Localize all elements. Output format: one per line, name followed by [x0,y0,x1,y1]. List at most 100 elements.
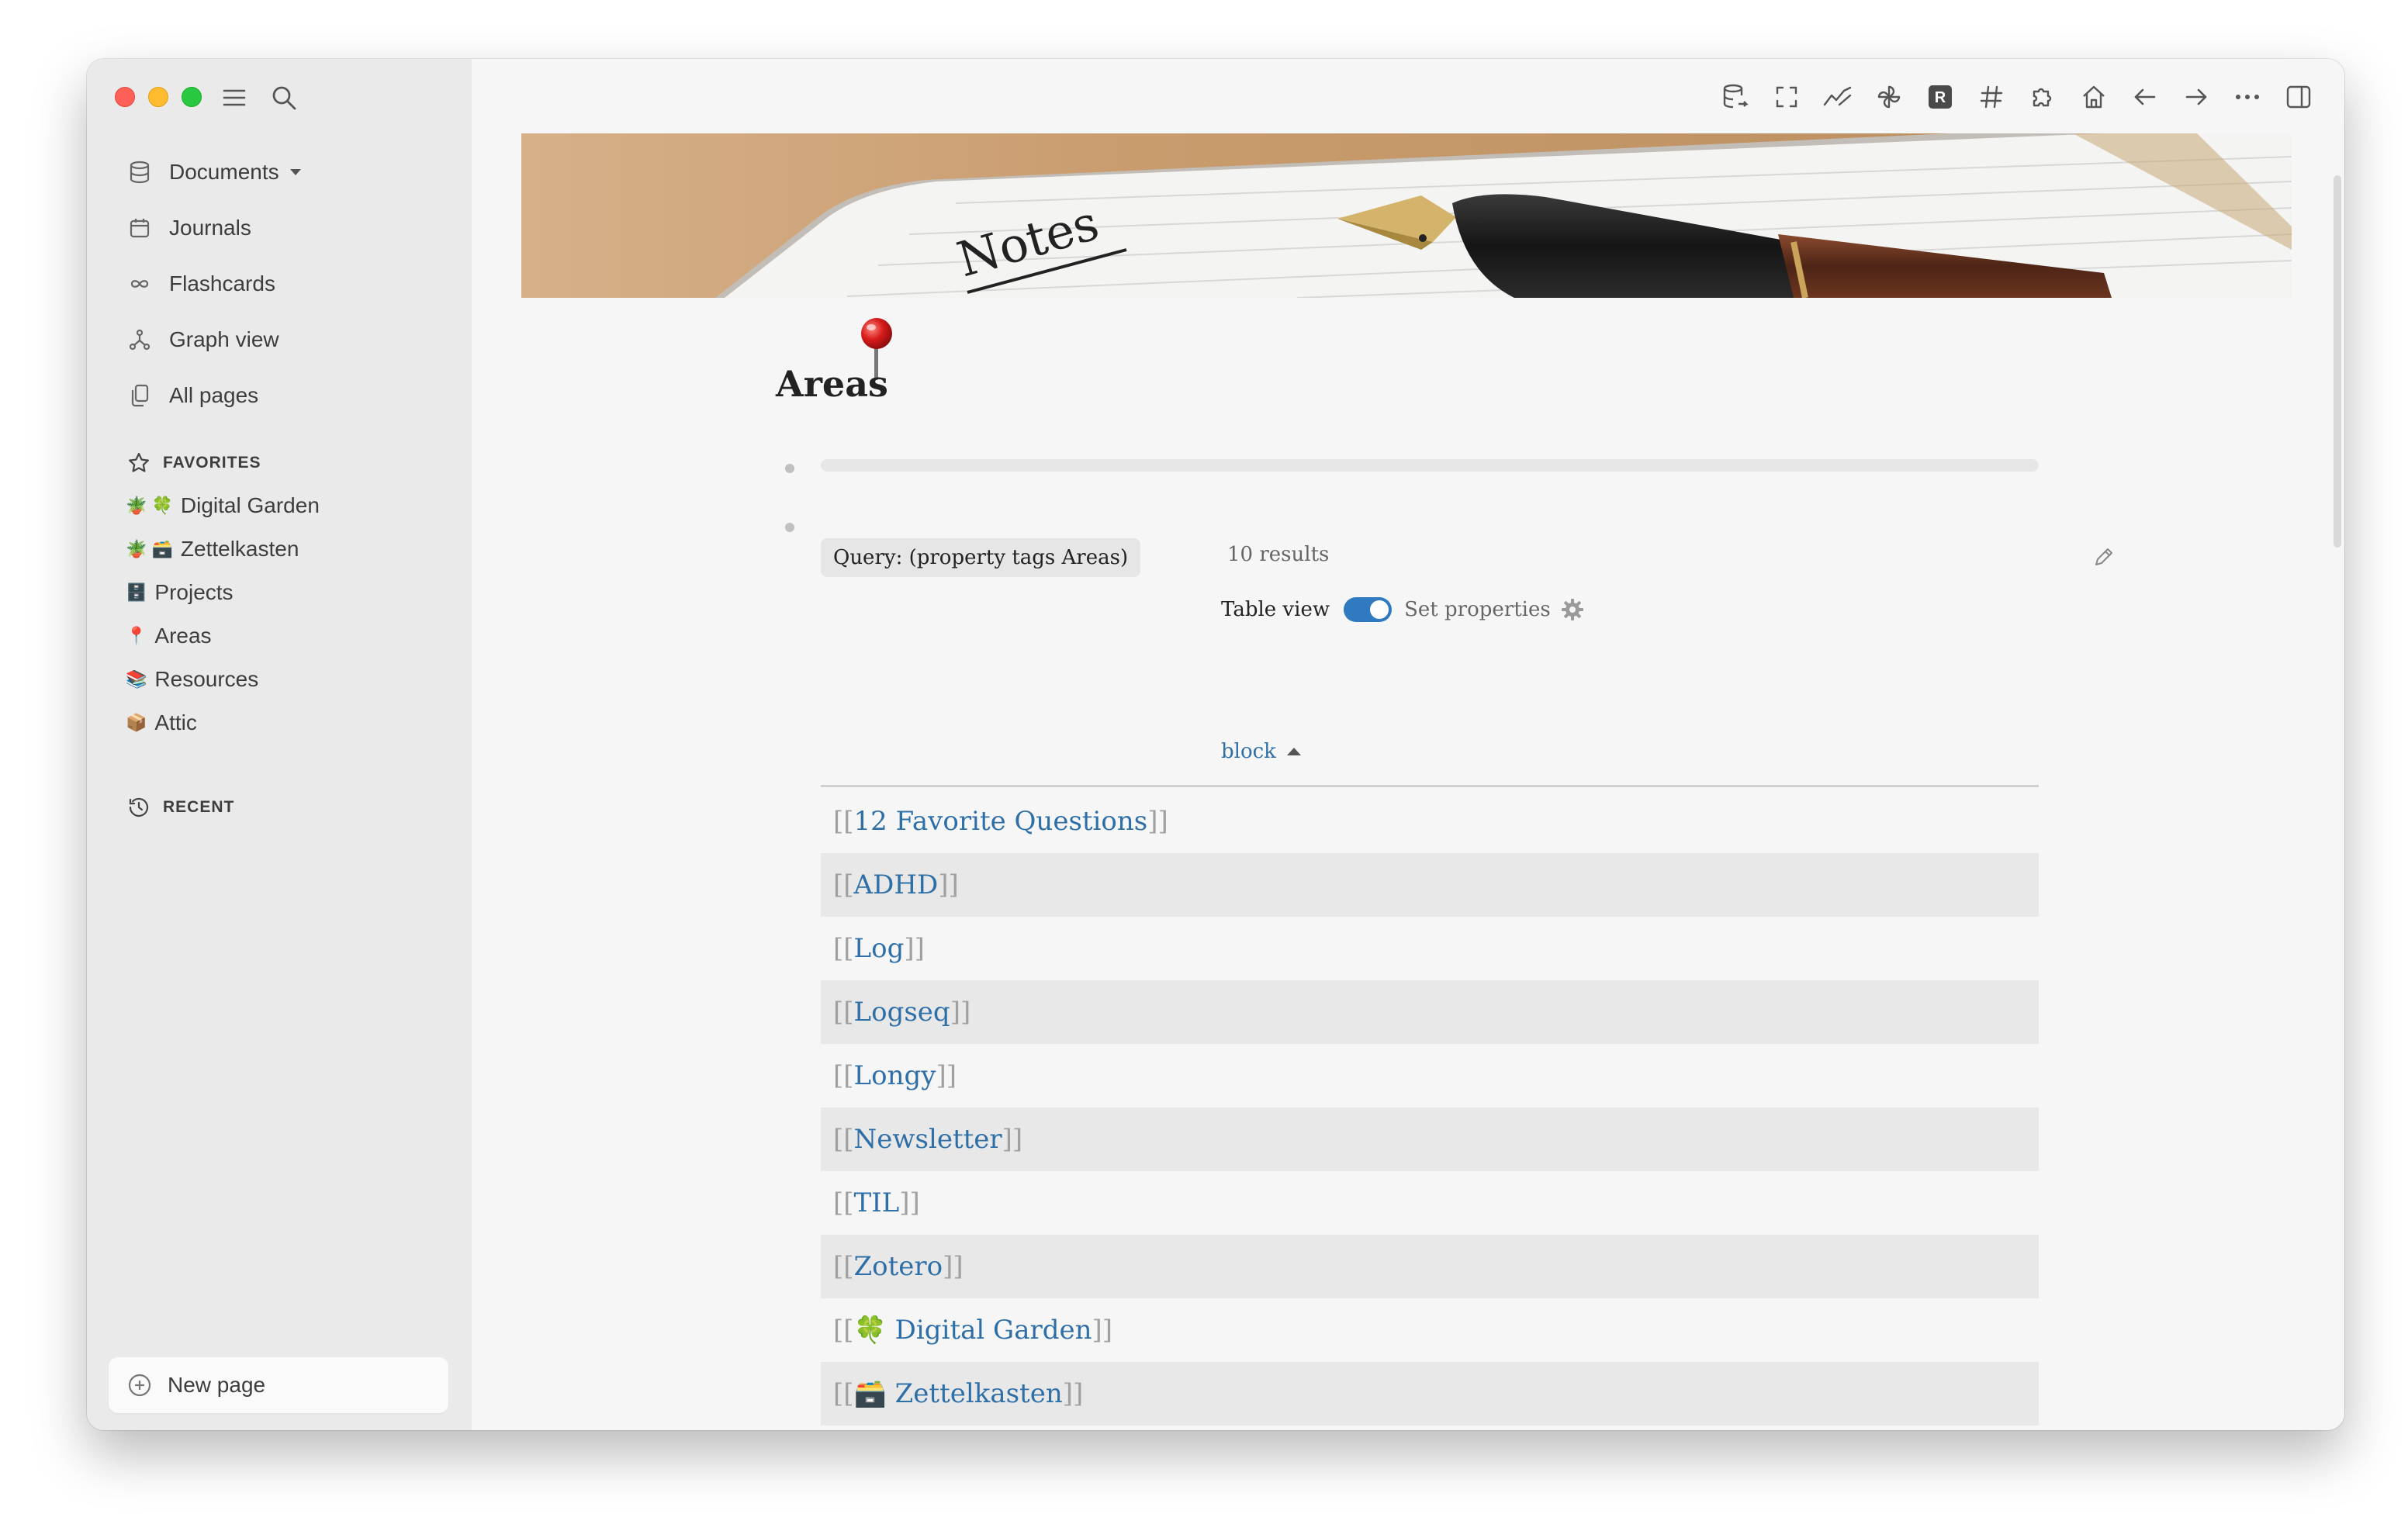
bracket-open: [[ [833,1187,854,1218]
favorites-title: FAVORITES [163,454,261,472]
favorite-label: Resources [154,667,259,691]
table-row[interactable]: [[Log]] [821,917,2039,980]
bracket-open: [[ [833,806,854,837]
sparkline-icon[interactable] [1820,78,1856,116]
favorite-item[interactable]: 📚 Resources [126,658,452,701]
puzzle-icon[interactable] [2025,78,2060,116]
page-ref-link[interactable]: Zotero [854,1251,943,1282]
table-view-label: Table view [1221,598,1330,621]
page-ref-link[interactable]: Longy [854,1060,936,1091]
close-window-button[interactable] [115,87,135,107]
zoom-window-button[interactable] [182,87,202,107]
r-logo-icon[interactable]: R [1922,78,1958,116]
infinity-icon [126,270,154,298]
page-ref-link[interactable]: 12 Favorite Questions [854,806,1148,837]
home-icon[interactable] [2076,78,2112,116]
favorite-label: Areas [154,624,212,648]
gear-icon[interactable] [1560,597,1585,622]
query-label[interactable]: Query: (property tags Areas) [821,538,1141,577]
more-icon[interactable] [2230,78,2265,116]
favorite-emoji: 🗄️ [126,582,147,602]
chevron-down-icon[interactable] [289,169,301,175]
empty-block[interactable] [821,459,2039,472]
bracket-open: [[ [833,1251,854,1282]
search-icon[interactable] [268,82,299,113]
pages-icon [126,382,154,410]
table-row[interactable]: [[Newsletter]] [821,1108,2039,1171]
favorite-item[interactable]: 📍 Areas [126,614,452,658]
query-results-table: [[12 Favorite Questions]] [[ADHD]] [[Log… [821,790,2039,1426]
table-row[interactable]: [[🗃️ Zettelkasten]] [821,1362,2039,1426]
recent-title: RECENT [163,798,235,816]
favorites-header[interactable]: FAVORITES [126,450,261,476]
table-row[interactable]: [[TIL]] [821,1171,2039,1235]
bracket-open: [[ [833,869,854,900]
table-view-controls: Table view Set properties [1221,597,1585,622]
favorite-emoji: 🪴 🗃️ [126,539,173,558]
database-sync-icon[interactable] [1718,78,1753,116]
page-ref-link[interactable]: Logseq [854,997,950,1028]
sidebar-item-label: Journals [169,216,251,240]
bracket-open: [[ [833,933,854,964]
page-ref-link[interactable]: Newsletter [854,1124,1002,1155]
sidebar-item-journals[interactable]: Journals [118,200,444,256]
pinwheel-icon[interactable] [1871,78,1907,116]
favorite-item[interactable]: 🪴 🗃️ Zettelkasten [126,527,452,571]
page-ref-link[interactable]: Log [854,933,905,964]
recent-header[interactable]: RECENT [126,794,234,821]
page-ref-link[interactable]: ADHD [854,869,939,900]
menu-icon[interactable] [219,82,250,113]
sidebar-item-label: Graph view [169,327,279,351]
sidebar-item-graph-view[interactable]: Graph view [118,312,444,368]
sidebar-item-flashcards[interactable]: Flashcards [118,256,444,312]
bracket-close: ]] [1062,1378,1084,1409]
calendar-icon [126,214,154,242]
arrow-left-icon[interactable] [2127,78,2163,116]
page-ref-link[interactable]: TIL [854,1187,900,1218]
table-row[interactable]: [[ADHD]] [821,853,2039,917]
favorite-emoji: 🪴 🍀 [126,496,173,515]
bracket-open: [[ [833,1124,854,1155]
column-header-label: block [1221,740,1276,763]
bracket-close: ]] [904,933,925,964]
window-controls [115,87,202,107]
bracket-close: ]] [1092,1315,1113,1346]
edit-pencil-icon[interactable] [2088,541,2119,572]
sidebar-item-documents[interactable]: Documents [118,144,444,200]
arrow-right-icon[interactable] [2178,78,2214,116]
history-icon [126,794,152,821]
column-header-block[interactable]: block [1221,740,1301,763]
block-bullet[interactable] [785,464,794,473]
database-icon [126,158,154,186]
fullscreen-icon[interactable] [1769,78,1804,116]
table-row[interactable]: [[Zotero]] [821,1235,2039,1298]
favorite-item[interactable]: 📦 Attic [126,701,452,745]
page-ref-link[interactable]: 🍀 Digital Garden [854,1315,1092,1346]
sidebar-item-all-pages[interactable]: All pages [118,368,444,423]
sidebar-toggle-icon[interactable] [2281,78,2316,116]
hashtag-icon[interactable] [1974,78,2009,116]
sidebar-item-label: All pages [169,383,259,407]
vertical-scrollbar[interactable] [2334,175,2341,548]
sidebar-nav: Documents Journals Flashcards Graph view… [118,144,444,423]
star-icon [126,450,152,476]
minimize-window-button[interactable] [148,87,168,107]
favorite-emoji: 📦 [126,713,147,732]
table-row[interactable]: [[12 Favorite Questions]] [821,790,2039,853]
sidebar-item-label: Documents [169,160,279,184]
favorite-label: Digital Garden [180,493,320,517]
bracket-open: [[ [833,1060,854,1091]
table-header-divider [821,785,2039,787]
cover-image: Notes [521,133,2292,298]
table-row[interactable]: [[Longy]] [821,1044,2039,1108]
favorite-label: Zettelkasten [180,537,299,561]
table-row[interactable]: [[Logseq]] [821,980,2039,1044]
favorite-item[interactable]: 🗄️ Projects [126,571,452,614]
new-page-button[interactable]: New page [109,1357,448,1413]
set-properties-button[interactable]: Set properties [1404,598,1551,621]
block-bullet[interactable] [785,523,794,532]
table-view-toggle[interactable] [1344,597,1393,622]
favorite-item[interactable]: 🪴 🍀 Digital Garden [126,484,452,527]
table-row[interactable]: [[🍀 Digital Garden]] [821,1298,2039,1362]
page-ref-link[interactable]: 🗃️ Zettelkasten [854,1378,1063,1409]
